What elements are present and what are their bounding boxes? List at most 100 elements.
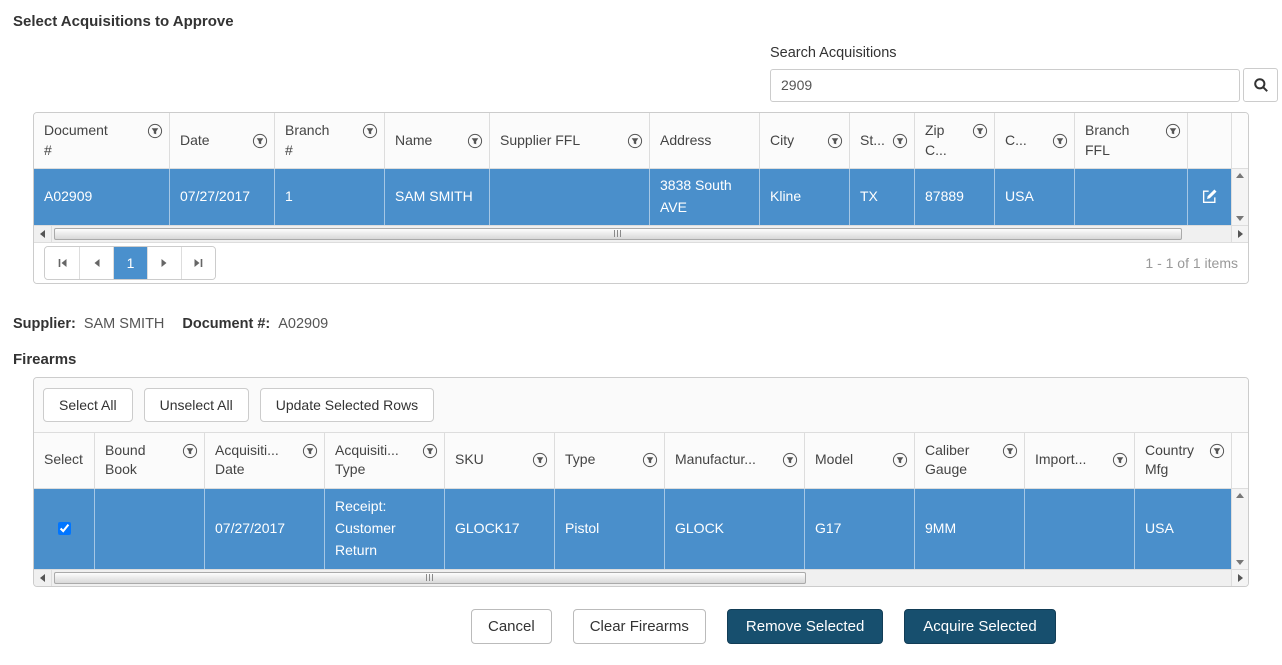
cell-zip-code: 87889 [914,169,994,224]
column-label: Supplier FFL [500,131,625,151]
cell-city: Kline [759,169,849,224]
row-select-checkbox[interactable] [58,522,71,535]
acquisition-row[interactable]: A02909 07/27/2017 1 SAM SMITH 3838 South… [34,169,1231,224]
cancel-button[interactable]: Cancel [471,609,552,644]
firearms-grid-header: Select Bound Book Acquisiti... Date Acqu… [34,433,1248,489]
pager-last-button[interactable] [181,247,215,279]
column-header-date[interactable]: Date [169,113,274,168]
filter-icon[interactable] [1165,123,1181,139]
filter-icon[interactable] [1052,133,1068,149]
column-header-bound-book[interactable]: Bound Book [94,433,204,488]
acquisitions-pager: 1 1 - 1 of 1 items [34,242,1248,283]
filter-icon[interactable] [827,133,843,149]
search-button[interactable] [1243,68,1278,102]
column-header-importer[interactable]: Import... [1024,433,1134,488]
cell-acquisition-type: Receipt: Customer Return [324,489,444,569]
search-input[interactable] [770,69,1240,102]
filter-icon[interactable] [1002,443,1018,459]
column-header-acquisition-type[interactable]: Acquisiti... Type [324,433,444,488]
column-header-caliber-gauge[interactable]: Caliber Gauge [914,433,1024,488]
filter-icon[interactable] [467,133,483,149]
column-label: Acquisiti... Date [215,441,300,480]
column-header-sku[interactable]: SKU [444,433,554,488]
cell-state: TX [849,169,914,224]
filter-icon[interactable] [1209,443,1225,459]
column-label: City [770,131,825,151]
cell-country-mfg: USA [1134,489,1231,569]
filter-icon[interactable] [892,133,908,149]
column-header-branch-ffl[interactable]: Branch FFL [1074,113,1187,168]
filter-icon[interactable] [147,123,163,139]
vertical-scrollbar [1231,169,1248,241]
remove-selected-button[interactable]: Remove Selected [727,609,883,644]
document-number-label: Document #: [182,316,270,332]
column-header-acquisition-date[interactable]: Acquisiti... Date [204,433,324,488]
column-label: Name [395,131,465,151]
column-header-supplier-ffl[interactable]: Supplier FFL [489,113,649,168]
document-number-value: A02909 [278,316,328,332]
firearm-row[interactable]: 07/27/2017 Receipt: Customer Return GLOC… [34,489,1231,569]
pager-next-button[interactable] [147,247,181,279]
filter-icon[interactable] [627,133,643,149]
filter-icon[interactable] [532,452,548,468]
pager-previous-button[interactable] [79,247,113,279]
update-selected-rows-button[interactable]: Update Selected Rows [260,388,434,422]
scrollbar-thumb[interactable] [54,228,1182,240]
search-label: Search Acquisitions [770,45,1278,61]
filter-icon[interactable] [782,452,798,468]
column-header-country-mfg[interactable]: Country Mfg [1134,433,1231,488]
scrollbar-thumb[interactable] [54,572,806,584]
edit-icon [1201,188,1218,205]
column-label: Branch # [285,121,360,160]
scroll-right-arrow[interactable] [1232,569,1248,586]
scroll-left-arrow[interactable] [34,226,51,242]
firearms-heading: Firearms [13,351,1282,368]
column-header-type[interactable]: Type [554,433,664,488]
pager-first-button[interactable] [45,247,79,279]
column-header-branch-number[interactable]: Branch # [274,113,384,168]
pager-items-summary: 1 - 1 of 1 items [1145,255,1238,271]
scroll-up-arrow[interactable] [1236,493,1244,498]
action-bar: Cancel Clear Firearms Remove Selected Ac… [471,609,1282,644]
filter-icon[interactable] [302,443,318,459]
column-label: Bound Book [105,441,180,480]
filter-icon[interactable] [362,123,378,139]
acquire-selected-button[interactable]: Acquire Selected [904,609,1055,644]
scroll-down-arrow[interactable] [1236,216,1244,221]
column-label: Date [180,131,250,151]
column-header-name[interactable]: Name [384,113,489,168]
select-all-button[interactable]: Select All [43,388,133,422]
filter-icon[interactable] [892,452,908,468]
column-header-manufacturer[interactable]: Manufactur... [664,433,804,488]
column-header-model[interactable]: Model [804,433,914,488]
supplier-label: Supplier: [13,316,76,332]
filter-icon[interactable] [252,133,268,149]
cell-document-number: A02909 [34,169,169,224]
filter-icon[interactable] [422,443,438,459]
column-label: Caliber Gauge [925,441,1000,480]
scroll-left-arrow[interactable] [34,570,51,586]
firearms-toolbar: Select All Unselect All Update Selected … [34,378,1248,433]
filter-icon[interactable] [182,443,198,459]
column-label: Document # [44,121,145,160]
clear-firearms-button[interactable]: Clear Firearms [573,609,706,644]
column-header-city[interactable]: City [759,113,849,168]
scroll-right-arrow[interactable] [1232,225,1248,242]
column-header-zip-code[interactable]: Zip C... [914,113,994,168]
filter-icon[interactable] [1112,452,1128,468]
vertical-scrollbar [1231,489,1248,586]
column-header-document-number[interactable]: Document # [34,113,169,168]
scroll-up-arrow[interactable] [1236,173,1244,178]
column-header-country[interactable]: C... [994,113,1074,168]
edit-row-button[interactable] [1201,188,1218,205]
column-header-state[interactable]: St... [849,113,914,168]
pager-page-1[interactable]: 1 [113,247,147,279]
unselect-all-button[interactable]: Unselect All [144,388,249,422]
supplier-value: SAM SMITH [84,316,165,332]
filter-icon[interactable] [972,123,988,139]
scroll-down-arrow[interactable] [1236,560,1244,565]
filter-icon[interactable] [642,452,658,468]
column-header-address[interactable]: Address [649,113,759,168]
column-label: C... [1005,131,1050,151]
column-label: Branch FFL [1085,121,1163,160]
